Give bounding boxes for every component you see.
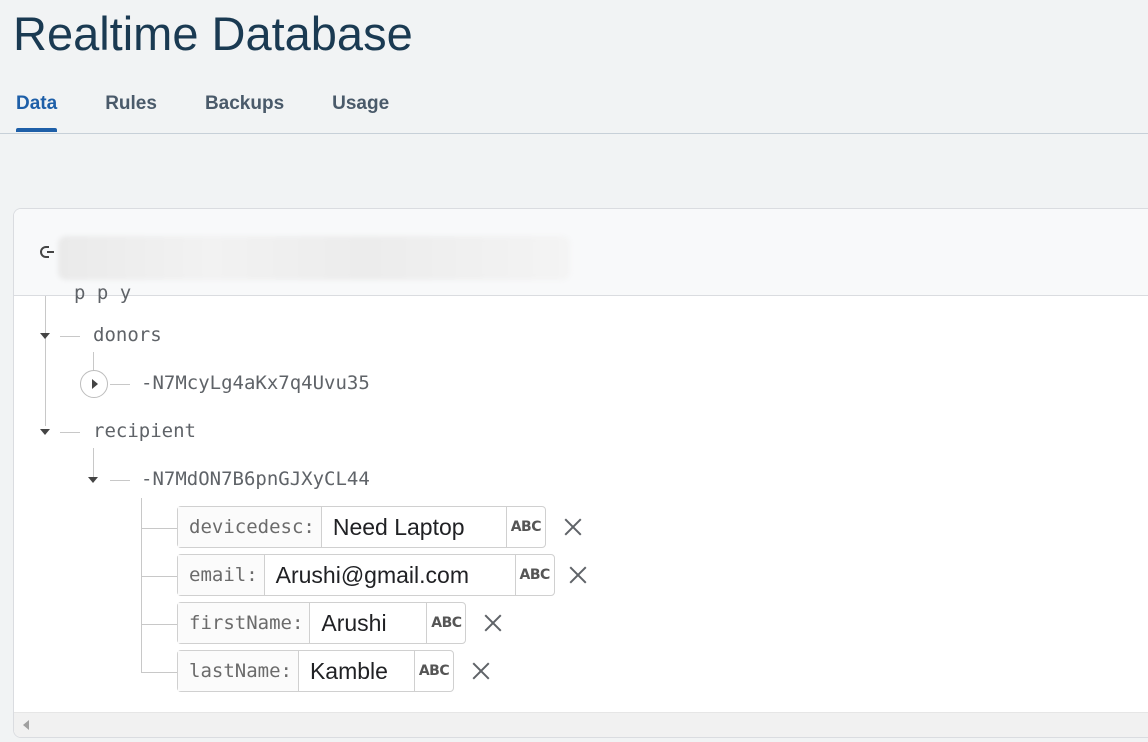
link-icon[interactable] <box>40 242 60 262</box>
node-donors[interactable]: donors <box>93 324 162 346</box>
database-panel: p p y donors -N7McyLg4aKx7q4Uvu35 recipi… <box>13 208 1148 738</box>
type-abc-icon[interactable]: ABC <box>507 507 545 547</box>
tree-connector <box>141 576 177 577</box>
database-url-bar <box>14 209 1148 296</box>
scroll-left-arrow-icon[interactable] <box>23 720 29 730</box>
field-row-firstname: firstName: Arushi ABC <box>177 602 467 644</box>
collapse-donors-caret-icon[interactable] <box>40 333 50 339</box>
tree-connector <box>141 624 177 625</box>
tab-usage[interactable]: Usage <box>332 90 389 134</box>
delete-email-close-icon[interactable] <box>567 564 589 586</box>
tab-rules[interactable]: Rules <box>105 90 157 134</box>
tab-backups[interactable]: Backups <box>205 90 284 134</box>
type-abc-icon[interactable]: ABC <box>415 651 453 691</box>
redacted-url <box>58 236 570 280</box>
horizontal-scrollbar[interactable] <box>14 712 1148 737</box>
field-row-email: email: Arushi@gmail.com ABC <box>177 554 555 596</box>
collapse-recipient-child-caret-icon[interactable] <box>88 477 98 483</box>
tree-connector <box>60 432 80 433</box>
delete-devicedesc-close-icon[interactable] <box>562 516 584 538</box>
expand-donor-chevron-right-icon[interactable] <box>80 370 108 398</box>
tree-connector <box>110 480 130 481</box>
partial-node-label: p p y <box>74 282 132 304</box>
collapse-recipient-caret-icon[interactable] <box>40 429 50 435</box>
type-abc-icon[interactable]: ABC <box>516 555 554 595</box>
tree-connector <box>141 672 177 673</box>
field-value-input[interactable]: Arushi <box>310 603 428 643</box>
tabs-divider <box>0 133 1148 134</box>
node-recipient[interactable]: recipient <box>93 420 196 442</box>
field-key: email: <box>178 555 265 595</box>
field-row-devicedesc: devicedesc: Need Laptop ABC <box>177 506 546 548</box>
tree-guide-line <box>45 296 46 426</box>
field-key: lastName: <box>178 651 299 691</box>
data-tree: p p y donors -N7McyLg4aKx7q4Uvu35 recipi… <box>14 282 1148 711</box>
tree-connector <box>60 336 80 337</box>
delete-firstname-close-icon[interactable] <box>482 612 504 634</box>
field-key: devicedesc: <box>178 507 322 547</box>
node-recipient-id[interactable]: -N7MdON7B6pnGJXyCL44 <box>141 468 370 490</box>
field-row-lastname: lastName: Kamble ABC <box>177 650 454 692</box>
field-value-input[interactable]: Need Laptop <box>322 507 507 547</box>
field-key: firstName: <box>178 603 311 643</box>
tree-guide-line <box>141 498 142 672</box>
node-donor-id[interactable]: -N7McyLg4aKx7q4Uvu35 <box>141 372 370 394</box>
page-title: Realtime Database <box>13 7 413 60</box>
field-value-input[interactable]: Kamble <box>299 651 415 691</box>
delete-lastname-close-icon[interactable] <box>470 660 492 682</box>
tab-bar: Data Rules Backups Usage <box>16 90 437 134</box>
tree-connector <box>141 528 177 529</box>
tree-connector <box>110 384 130 385</box>
field-value-input[interactable]: Arushi@gmail.com <box>265 555 516 595</box>
tree-guide-line <box>93 448 94 480</box>
tab-data[interactable]: Data <box>16 90 58 134</box>
type-abc-icon[interactable]: ABC <box>427 603 465 643</box>
